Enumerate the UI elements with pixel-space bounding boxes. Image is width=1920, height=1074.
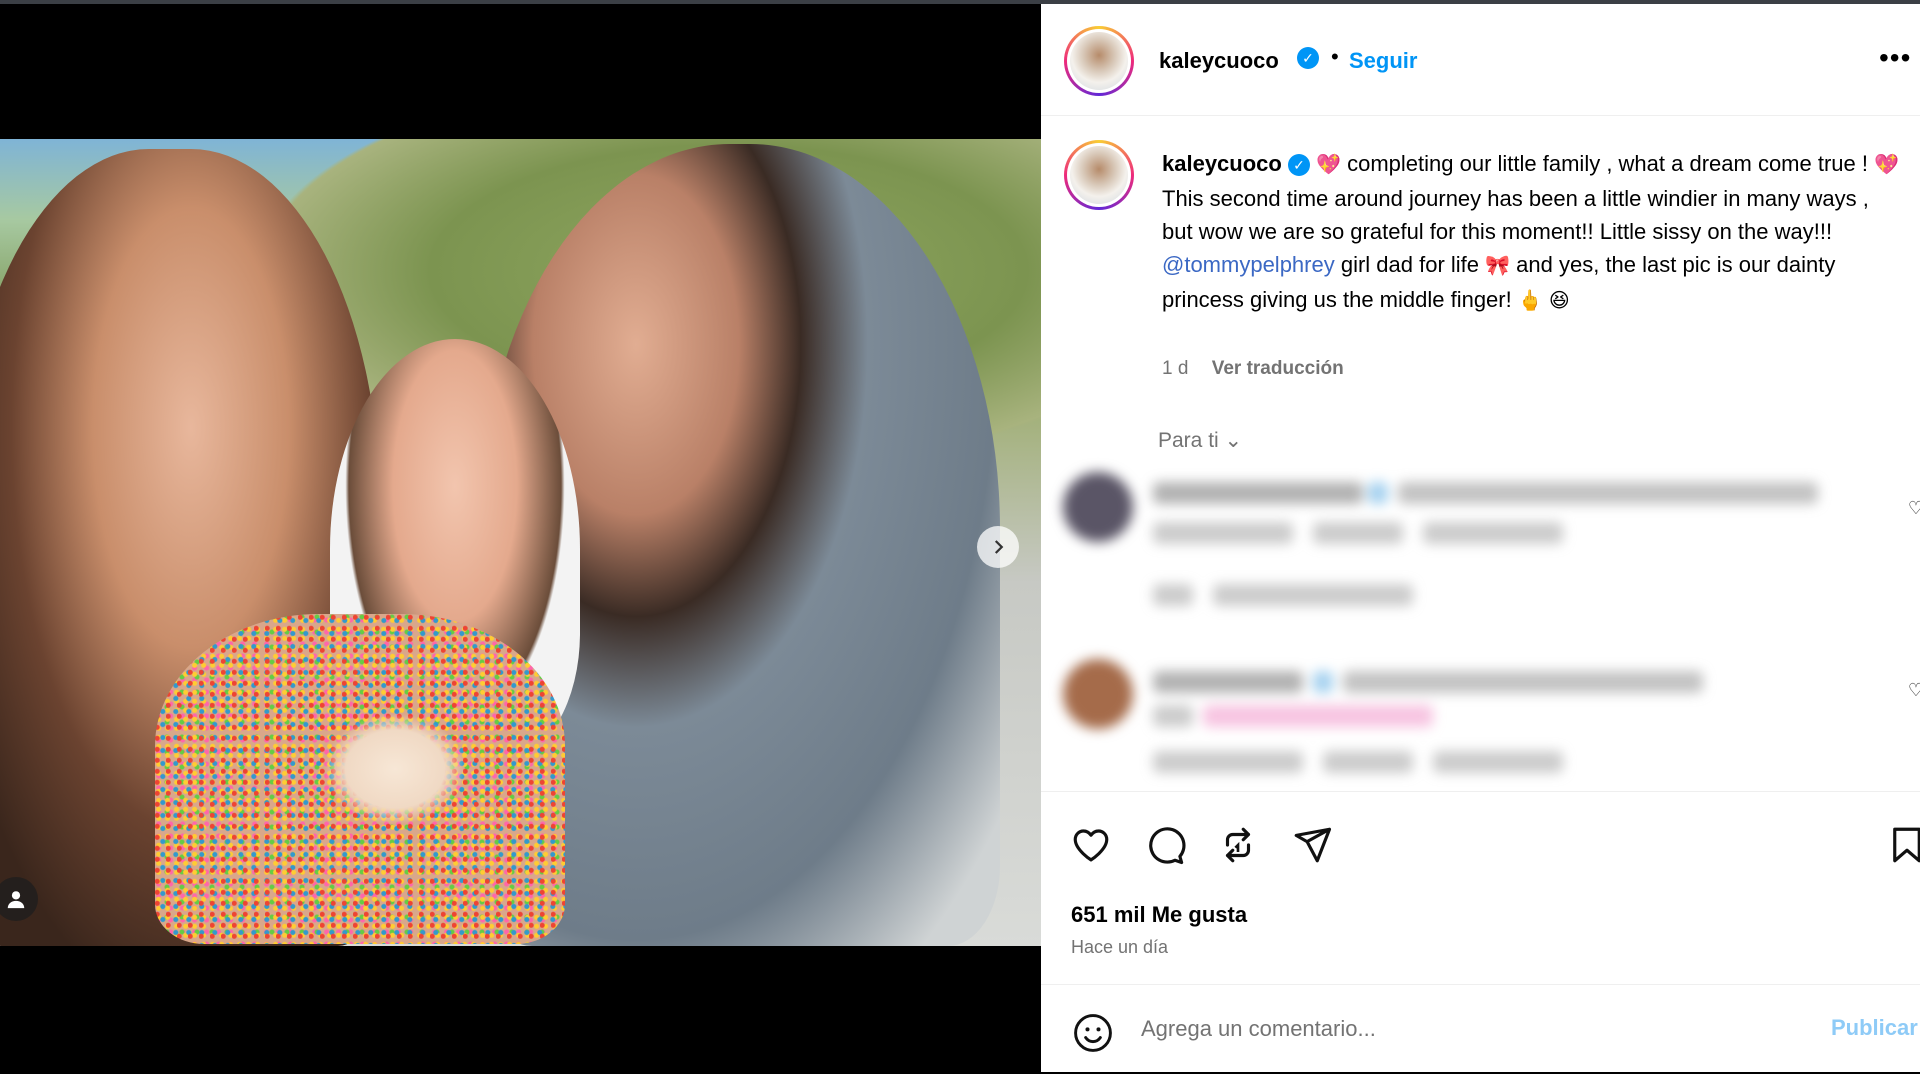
sparkling-heart-emoji: 💖 — [1874, 154, 1900, 176]
post-side-panel: kaleycuoco ✓ • Seguir ••• kaleycuoco ✓ 💖… — [1041, 4, 1920, 1072]
mention-link[interactable]: @tommypelphrey — [1162, 252, 1335, 277]
send-icon — [1294, 827, 1332, 863]
share-button[interactable] — [1290, 823, 1334, 867]
caption-text-2: This second time around journey has been… — [1162, 186, 1869, 244]
save-button[interactable] — [1885, 823, 1920, 867]
comment-bar: Publicar — [1041, 984, 1920, 1074]
caption-text-1: completing our little family , what a dr… — [1341, 151, 1875, 176]
comments-filter-dropdown[interactable]: Para ti ⌄ — [1158, 428, 1242, 453]
bookmark-icon — [1893, 827, 1920, 863]
comment-input[interactable] — [1141, 1009, 1781, 1049]
author-avatar[interactable] — [1064, 26, 1134, 96]
post-date: Hace un día — [1071, 937, 1169, 957]
comment-item — [1063, 472, 1898, 622]
chevron-right-icon — [994, 540, 1004, 554]
caption-meta: 1 d Ver traducción — [1162, 358, 1344, 380]
comment-bubble-icon — [1149, 827, 1186, 865]
emoji-picker-button[interactable] — [1071, 1011, 1115, 1055]
publish-button[interactable]: Publicar — [1831, 1015, 1918, 1041]
user-tag-icon — [7, 891, 25, 909]
verified-badge-icon: ✓ — [1287, 154, 1310, 177]
follow-button[interactable]: Seguir — [1349, 48, 1417, 74]
author-username[interactable]: kaleycuoco — [1159, 48, 1279, 74]
post-photo — [0, 139, 1041, 946]
repost-icon — [1225, 827, 1251, 863]
like-count[interactable]: 651 mil Me gusta — [1071, 902, 1247, 928]
separator-dot: • — [1331, 44, 1339, 69]
repost-button[interactable] — [1216, 823, 1260, 867]
post-header: kaleycuoco ✓ • Seguir ••• — [1041, 4, 1920, 116]
comment-like-icon[interactable]: ♡ — [1908, 498, 1920, 519]
caption-username[interactable]: kaleycuoco — [1162, 151, 1282, 176]
heart-icon — [1073, 829, 1109, 862]
post-media — [0, 4, 1041, 1072]
comment-button[interactable] — [1143, 823, 1187, 867]
post-actions: 651 mil Me gusta Hace un día Publicar — [1041, 791, 1920, 1061]
verified-badge-icon: ✓ — [1297, 47, 1319, 69]
ribbon-emoji: 🎀 — [1485, 255, 1511, 277]
caption-time: 1 d — [1162, 358, 1189, 379]
middle-finger-emoji: 🖕 — [1517, 290, 1543, 312]
comment-like-icon[interactable]: ♡ — [1908, 680, 1920, 701]
more-options-icon[interactable]: ••• — [1879, 42, 1911, 74]
post-caption: kaleycuoco ✓ 💖 completing our little fam… — [1162, 147, 1902, 318]
like-button[interactable] — [1069, 823, 1113, 867]
caption-text-3: girl dad for life — [1334, 252, 1486, 277]
smiley-icon — [1074, 1014, 1112, 1052]
translate-link[interactable]: Ver traducción — [1212, 358, 1344, 379]
sparkling-heart-emoji: 💖 — [1316, 154, 1341, 176]
comment-item — [1063, 659, 1898, 779]
laughing-emoji: 😆 — [1548, 290, 1570, 312]
carousel-next-button[interactable] — [977, 526, 1019, 568]
caption-author-avatar[interactable] — [1064, 140, 1134, 210]
